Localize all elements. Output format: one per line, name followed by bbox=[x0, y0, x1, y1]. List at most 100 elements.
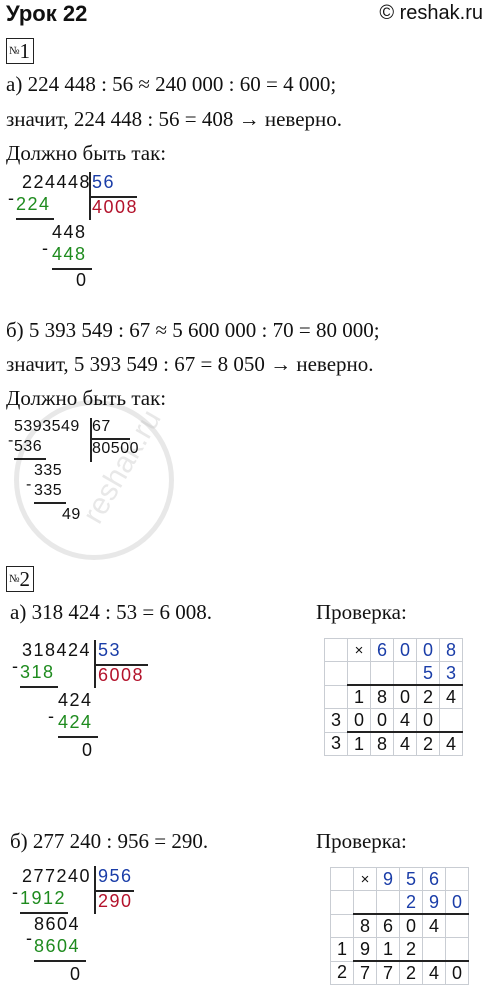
subtrahend-1: 536 bbox=[14, 438, 43, 455]
grid-row: 1912 bbox=[330, 937, 469, 962]
remainder-2: 0 bbox=[82, 740, 94, 760]
grid-cell: 4 bbox=[422, 913, 446, 938]
grid-cell: 4 bbox=[393, 731, 417, 756]
grid-cell bbox=[422, 937, 446, 962]
grid-cell: 7 bbox=[353, 960, 377, 985]
grid-cell: 0 bbox=[445, 890, 469, 915]
grid-cell: 8 bbox=[370, 684, 394, 709]
remainder-1: 424 bbox=[58, 690, 93, 710]
grid-cell bbox=[376, 890, 400, 915]
grid-cell: 2 bbox=[399, 937, 423, 962]
task1-b-should-be: Должно быть так: bbox=[6, 386, 167, 410]
divisor: 67 bbox=[92, 418, 111, 435]
grid-cell: 4 bbox=[393, 708, 417, 733]
remainder-2: 0 bbox=[76, 270, 88, 290]
grid-cell bbox=[445, 937, 469, 962]
remainder-1: 335 bbox=[34, 462, 63, 479]
subtrahend-2: 424 bbox=[58, 712, 93, 732]
grid-cell bbox=[445, 867, 469, 891]
grid-cell bbox=[324, 661, 348, 686]
check-grid-b: × 9 5 6 2 9 0 8 6 0 4 1 9 1 2 2 7 7 2 4 0 bbox=[330, 867, 469, 985]
quotient: 290 bbox=[98, 891, 133, 911]
subtrahend-1: 1912 bbox=[20, 888, 67, 908]
grid-row: × 9 5 6 bbox=[330, 867, 469, 891]
grid-cell: 4 bbox=[422, 960, 446, 985]
grid-row: 53 bbox=[324, 661, 463, 686]
grid-cell: 3 bbox=[439, 661, 463, 686]
task1-b-conclusion: значит, 5 393 549 : 67 = 8 050 → неверно… bbox=[6, 352, 374, 376]
long-division-2a: 318424 53 - 318 6008 424 - 424 0 bbox=[12, 640, 162, 770]
task-number-2: №2 bbox=[6, 566, 34, 592]
lesson-title: Урок 22 bbox=[6, 1, 88, 26]
grid-cell: 0 bbox=[393, 684, 417, 709]
grid-cell bbox=[330, 867, 354, 891]
grid-cell bbox=[445, 913, 469, 938]
grid-cell bbox=[353, 890, 377, 915]
divisor: 53 bbox=[98, 640, 122, 660]
grid-cell: 0 bbox=[393, 638, 417, 662]
grid-cell: 0 bbox=[445, 960, 469, 985]
grid-cell: 8 bbox=[353, 913, 377, 938]
grid-cell: 3 bbox=[324, 731, 348, 756]
grid-cell: 9 bbox=[376, 867, 400, 891]
task1-a-estimate: а) 224 448 : 56 ≈ 240 000 : 60 = 4 000; bbox=[6, 72, 337, 96]
grid-cell: 3 bbox=[324, 708, 348, 733]
subtrahend-2: 335 bbox=[34, 482, 63, 499]
grid-row: 8604 bbox=[330, 913, 469, 938]
long-division-1b: 5393549 67 - 536 80500 335 - 335 49 bbox=[8, 418, 139, 523]
grid-cell: 1 bbox=[330, 937, 354, 962]
grid-cell bbox=[330, 913, 354, 938]
grid-cell: 1 bbox=[347, 684, 371, 709]
subtrahend-2: 448 bbox=[52, 244, 87, 264]
grid-cell: 8 bbox=[370, 731, 394, 756]
divisor: 956 bbox=[98, 866, 133, 886]
task2-a-equation: а) 318 424 : 53 = 6 008. bbox=[10, 600, 212, 624]
grid-cell: 2 bbox=[416, 684, 440, 709]
task1-a-should-be: Должно быть так: bbox=[6, 141, 167, 165]
grid-cell: 5 bbox=[416, 661, 440, 686]
grid-row: 30040 bbox=[324, 708, 463, 733]
remainder-1: 8604 bbox=[34, 914, 81, 934]
grid-cell bbox=[439, 708, 463, 733]
grid-cell: 6 bbox=[422, 867, 446, 891]
grid-cell: 7 bbox=[376, 960, 400, 985]
grid-row: 18024 bbox=[324, 684, 463, 709]
grid-cell: × bbox=[353, 867, 377, 891]
grid-cell: 2 bbox=[399, 890, 423, 915]
grid-row: 290 bbox=[330, 890, 469, 915]
dividend: 224448 bbox=[22, 172, 92, 192]
grid-row: 277240 bbox=[330, 960, 469, 985]
check-grid-a: × 6 0 0 8 5 3 1 8 0 2 4 3 0 0 4 0 3 1 8 4 2 4 bbox=[324, 638, 463, 756]
task1-a-conclusion: значит, 224 448 : 56 = 408 → неверно. bbox=[6, 107, 342, 131]
grid-cell: 2 bbox=[330, 960, 354, 985]
grid-cell: 6 bbox=[376, 913, 400, 938]
grid-cell: 0 bbox=[370, 708, 394, 733]
grid-cell bbox=[324, 684, 348, 709]
long-division-1a: 224448 56 - 224 4008 448 - 448 0 bbox=[8, 172, 139, 290]
grid-cell bbox=[393, 661, 417, 686]
grid-cell: 9 bbox=[422, 890, 446, 915]
subtrahend-1: 318 bbox=[20, 662, 55, 682]
grid-cell: 2 bbox=[416, 731, 440, 756]
grid-cell: 6 bbox=[370, 638, 394, 662]
grid-cell: 9 bbox=[353, 937, 377, 962]
grid-cell: 0 bbox=[416, 708, 440, 733]
subtrahend-1: 224 bbox=[16, 194, 51, 214]
site-credit: © reshak.ru bbox=[379, 2, 483, 24]
long-division-2b: 277240 956 - 1912 290 8604 - 8604 0 bbox=[12, 866, 134, 984]
grid-cell: 4 bbox=[439, 684, 463, 709]
task2-b-equation: б) 277 240 : 956 = 290. bbox=[10, 829, 209, 853]
quotient: 6008 bbox=[98, 665, 145, 685]
grid-row: 318424 bbox=[324, 731, 463, 756]
task2-b-check-label: Проверка: bbox=[316, 829, 407, 853]
grid-row: × 6 0 0 8 bbox=[324, 638, 463, 662]
grid-cell: 2 bbox=[399, 960, 423, 985]
dividend: 5393549 bbox=[14, 418, 80, 435]
remainder-1: 448 bbox=[52, 222, 87, 242]
remainder-2: 0 bbox=[70, 964, 82, 984]
grid-cell: 5 bbox=[399, 867, 423, 891]
remainder-2: 49 bbox=[62, 506, 81, 523]
dividend: 277240 bbox=[22, 866, 92, 886]
divisor: 56 bbox=[92, 172, 116, 192]
grid-cell: 0 bbox=[399, 913, 423, 938]
